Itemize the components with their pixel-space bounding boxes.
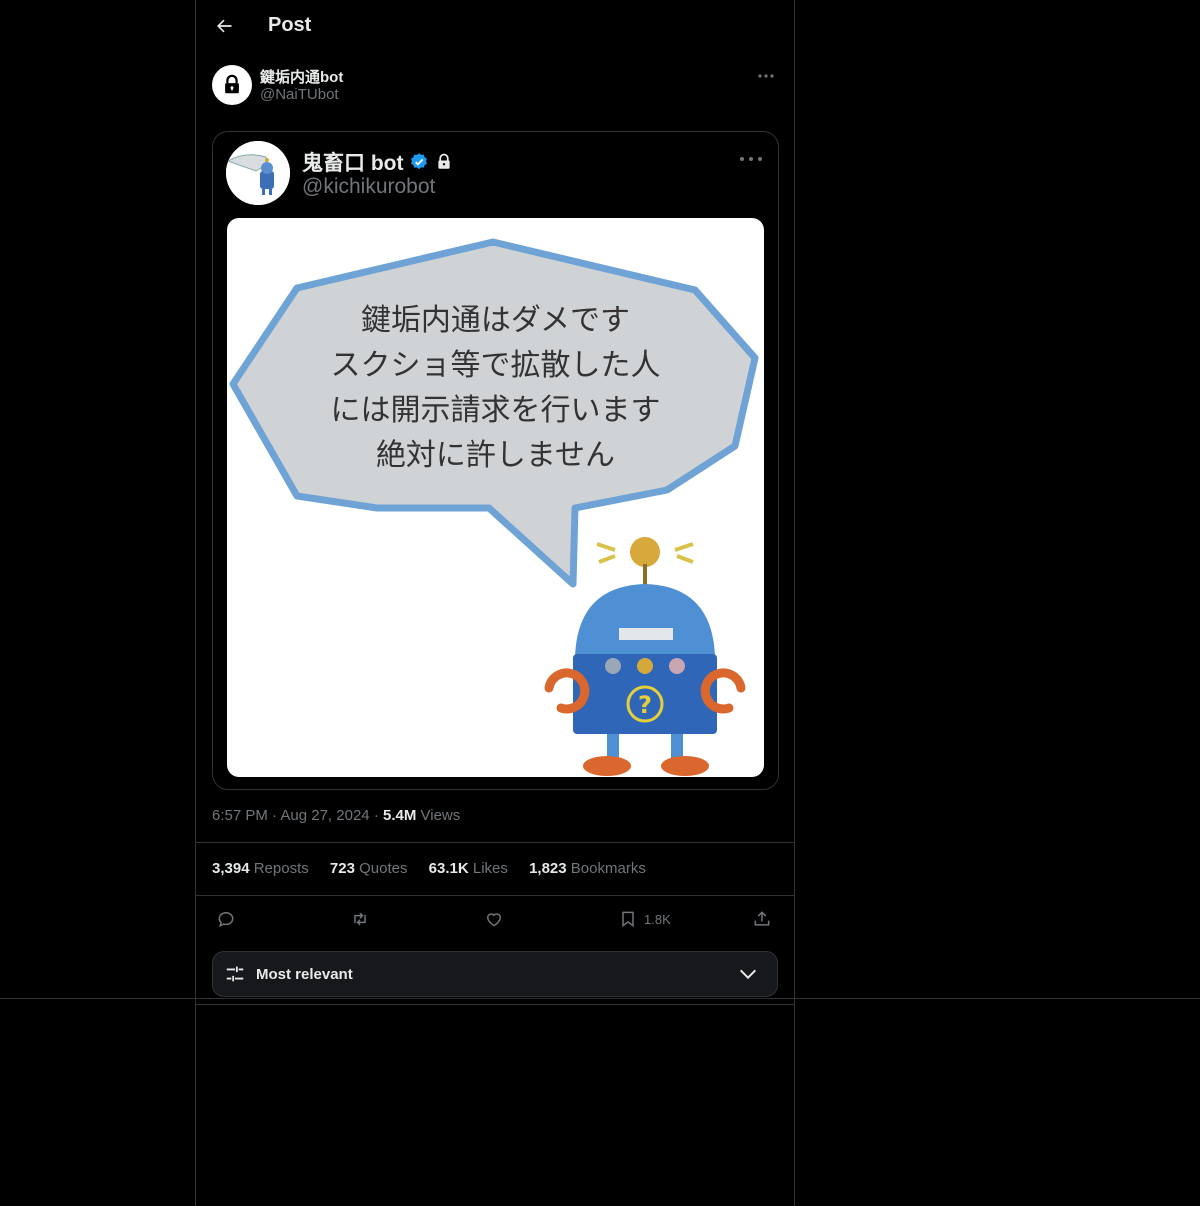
stat-label: Likes [472, 860, 508, 877]
bubble-line: スクショ等で拡散した人 [330, 348, 661, 383]
back-arrow-icon [217, 19, 232, 33]
engagement-stats: 3,394 Reposts 723 Quotes 63.1K Likes 1,8… [212, 860, 663, 877]
stat-count: 723 [329, 860, 355, 877]
reply-sort-dropdown[interactable]: Most relevant [212, 951, 778, 997]
quoted-avatar [226, 141, 290, 205]
meta-separator: · [373, 807, 379, 824]
share-icon [754, 911, 770, 926]
meme-image: ? 鍵垢内通はダメです スクショ等で拡散した人 には開示請求を行います 絶対に許… [227, 218, 764, 777]
robot-avatar-icon [226, 141, 290, 205]
stat-likes[interactable]: 63.1K Likes [429, 860, 508, 877]
divider [196, 1004, 794, 1005]
divider [196, 842, 794, 843]
robot-graphic: ? [544, 537, 746, 776]
bookmark-button[interactable]: 1.8K [618, 906, 671, 932]
like-button[interactable] [484, 906, 504, 932]
stat-count: 63.1K [428, 860, 469, 877]
svg-text:?: ? [638, 691, 652, 719]
top-bar: Post [196, 0, 794, 53]
quoted-handle: @kichikurobot [302, 175, 436, 198]
action-bar: 1.8K [212, 906, 778, 934]
bubble-line: 鍵垢内通はダメです [360, 303, 631, 338]
reply-icon [218, 911, 234, 928]
post-date[interactable]: Aug 27, 2024 [280, 807, 369, 824]
post-image[interactable]: 鬼畜口 bot @kichikurobot ? 鍵垢内通はダメです スクショ等で… [212, 131, 779, 790]
quoted-name: 鬼畜口 bot [302, 147, 453, 177]
stat-count: 1,823 [529, 860, 567, 877]
post-column: Post 鍵垢内通bot @NaiTUbot 鬼畜口 bot @kichikur… [195, 0, 795, 1206]
bubble-line: には開示請求を行います [330, 393, 661, 428]
more-icon [758, 74, 774, 78]
stat-quotes[interactable]: 723 Quotes [330, 860, 408, 877]
stat-label: Reposts [253, 860, 309, 877]
stat-bookmarks[interactable]: 1,823 Bookmarks [529, 860, 646, 877]
divider [0, 998, 1200, 999]
stat-count: 3,394 [212, 860, 250, 877]
author-handle[interactable]: @NaiTUbot [260, 86, 339, 103]
stat-reposts[interactable]: 3,394 Reposts [212, 860, 309, 877]
bookmark-count: 1.8K [644, 911, 671, 927]
post-meta: 6:57 PM · Aug 27, 2024 · 5.4M Views [212, 807, 460, 824]
sliders-icon [226, 966, 244, 982]
stat-label: Quotes [359, 860, 408, 877]
repost-button[interactable] [350, 906, 370, 932]
author-name[interactable]: 鍵垢内通bot [260, 66, 343, 87]
reply-button[interactable] [216, 906, 236, 932]
chevron-down-icon [739, 969, 757, 980]
lock-icon [438, 153, 450, 169]
more-options-button[interactable] [754, 64, 778, 88]
speech-bubble-text: 鍵垢内通はダメです スクショ等で拡散した人 には開示請求を行います 絶対に許しま… [227, 298, 764, 478]
meta-separator: · [272, 807, 278, 824]
views-label: Views [420, 807, 461, 824]
divider [196, 895, 794, 896]
sort-label: Most relevant [256, 966, 353, 983]
more-icon [740, 157, 762, 161]
bookmark-icon [622, 911, 634, 928]
share-button[interactable] [752, 906, 772, 932]
page-title: Post [268, 14, 312, 36]
views-count: 5.4M [382, 807, 417, 824]
verified-icon [411, 153, 428, 170]
lock-icon [225, 74, 239, 94]
like-icon [486, 913, 502, 927]
post-time[interactable]: 6:57 PM [212, 807, 268, 824]
post-author: 鍵垢内通bot @NaiTUbot [212, 64, 778, 108]
quoted-name-text: 鬼畜口 bot [302, 152, 404, 175]
repost-icon [354, 912, 366, 926]
back-button[interactable] [212, 14, 236, 38]
author-avatar[interactable] [212, 65, 252, 105]
stat-label: Bookmarks [570, 860, 646, 877]
bubble-line: 絶対に許しません [375, 438, 616, 473]
